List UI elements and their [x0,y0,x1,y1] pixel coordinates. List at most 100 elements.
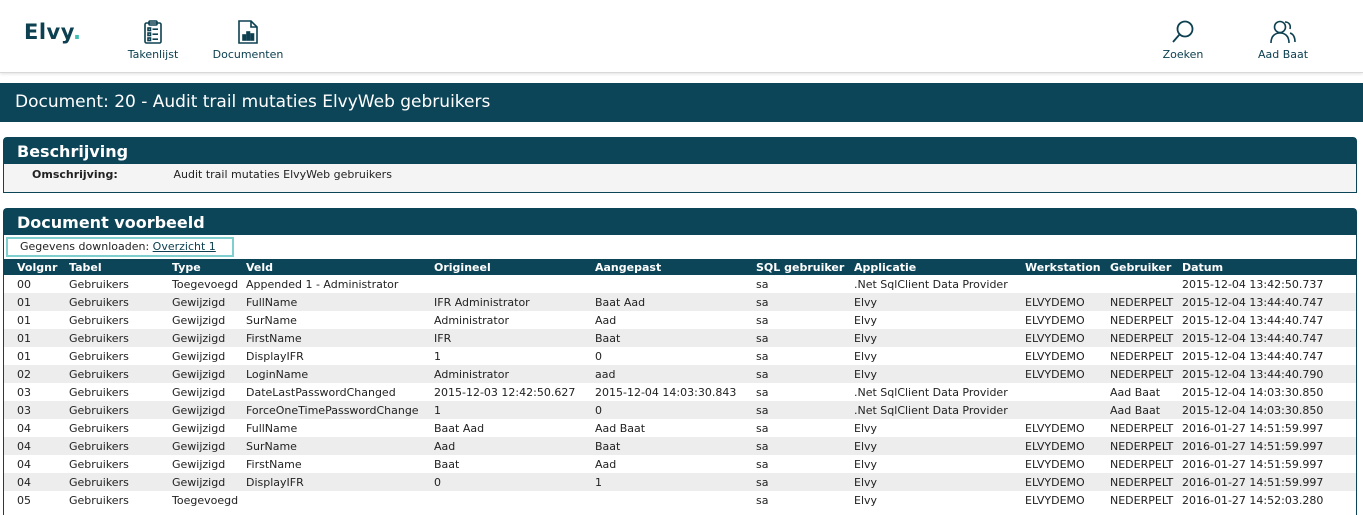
table-body: 00 Gebruikers Toegevoegd Appended 1 - Admin… [4,275,1356,509]
column-header: Veld [246,259,434,275]
table-cell: 1 [595,473,756,491]
table-cell: sa [756,277,769,291]
table-cell: DateLastPasswordChanged [246,385,396,399]
table-cell: Elvy [854,493,878,507]
download-link-overzicht[interactable]: Overzicht 1 [153,240,216,253]
table-cell: Gebruikers [69,329,172,347]
table-cell: ForceOneTimePasswordChange [246,401,434,419]
table-row: 04 Gebruikers Gewijzigd SurName Aad Baat sa Elv… [4,437,1356,455]
table-cell: Baat [595,329,756,347]
table-cell: Gebruikers [69,401,172,419]
table-cell: Appended 1 - Administrator [246,277,399,291]
table-cell: sa [756,329,854,347]
table-cell: Gebruikers [69,493,129,507]
table-cell [246,491,434,509]
table-cell: 2016-01-27 14:51:59.997 [1182,457,1324,471]
document-preview-panel: Document voorbeeld Gegevens downloaden: … [3,208,1357,515]
nav-documenten-label: Documenten [212,48,284,61]
table-cell: Gebruikers [69,313,129,327]
table-cell: .Net SqlClient Data Provider [854,277,1008,291]
elvy-logo[interactable]: Elvy. [24,20,81,44]
column-header: Gebruiker [1110,259,1182,275]
table-cell: FullName [246,421,298,435]
table-cell: Elvy [854,365,1025,383]
table-cell [595,275,756,293]
column-header: Aangepast [595,259,756,275]
table-row: 04 Gebruikers Gewijzigd DisplayIFR 0 1 sa Elvy E… [4,473,1356,491]
table-cell: ELVYDEMO [1025,365,1110,383]
download-box: Gegevens downloaden: Overzicht 1 [6,237,234,257]
table-cell: 2016-01-27 14:51:59.997 [1182,473,1356,491]
table-cell: 2015-12-04 13:44:40.747 [1182,313,1324,327]
table-row: 05 Gebruikers Toegevoegd sa Elvy ELVYDEMO NEDE… [4,491,1356,509]
table-cell: Gebruikers [69,385,129,399]
table-cell: Elvy [854,473,1025,491]
table-cell: 01 [4,329,69,347]
table-cell: LoginName [246,365,434,383]
table-cell: sa [756,437,854,455]
table-cell: sa [756,457,769,471]
description-heading: Beschrijving [4,138,1356,164]
nav-takenlijst[interactable]: Takenlijst [125,20,181,61]
table-cell [1110,275,1182,293]
table-cell: 2015-12-03 12:42:50.627 [434,385,576,399]
table-cell: FirstName [246,329,434,347]
table-cell: ELVYDEMO [1025,421,1085,435]
table-cell: sa [756,421,769,435]
table-cell: FirstName [246,457,302,471]
document-chart-icon [238,20,258,44]
table-cell [434,275,595,293]
table-cell: Administrator [434,365,595,383]
table-cell: Toegevoegd [172,493,239,507]
table-cell: Elvy [854,329,1025,347]
table-cell: sa [756,293,854,311]
table-cell: NEDERPELT [1110,421,1174,435]
table-cell: Elvy [854,349,878,363]
table-cell: Aad [595,457,617,471]
document-preview-heading: Document voorbeeld [4,209,1356,235]
table-cell: ELVYDEMO [1025,349,1085,363]
clipboard-list-icon [144,20,162,44]
column-header: Werkstation [1025,259,1110,275]
table-cell: 01 [4,293,69,311]
table-cell: NEDERPELT [1110,329,1182,347]
table-cell [1025,401,1110,419]
table-cell: ELVYDEMO [1025,293,1110,311]
table-cell: Gewijzigd [172,437,246,455]
table-cell: NEDERPELT [1110,293,1182,311]
page-title: Document: 20 - Audit trail mutaties Elvy… [0,83,1363,122]
table-cell: Gebruikers [69,293,172,311]
search-icon [1172,20,1194,43]
table-cell: 01 [17,313,31,327]
table-cell: sa [756,349,769,363]
table-cell: 02 [4,365,69,383]
table-cell: aad [595,365,756,383]
table-row: 01 Gebruikers Gewijzigd SurName Administrato… [4,311,1356,329]
table-cell: ELVYDEMO [1025,493,1085,507]
column-header: Volgnr [4,259,69,275]
table-cell: .Net SqlClient Data Provider [854,401,1025,419]
table-cell: DisplayIFR [246,473,434,491]
table-cell: Gewijzigd [172,293,246,311]
table-row: 01 Gebruikers Gewijzigd FirstName IFR Baat sa E… [4,329,1356,347]
nav-user-label: Aad Baat [1257,48,1309,61]
table-cell: Gewijzigd [172,401,246,419]
table-row: 04 Gebruikers Gewijzigd FullName Baat Aad Aad… [4,419,1356,437]
nav-documenten[interactable]: Documenten [211,20,285,61]
table-cell [434,491,595,509]
table-cell: Elvy [854,313,878,327]
table-cell: SurName [246,437,434,455]
description-value: Audit trail mutaties ElvyWeb gebruikers [173,168,392,181]
table-cell: Elvy [854,437,1025,455]
description-panel: Beschrijving Omschrijving: Audit trail m… [3,137,1357,193]
nav-user-menu[interactable]: Aad Baat [1254,20,1312,61]
table-cell: Gewijzigd [172,421,226,435]
table-cell: NEDERPELT [1110,457,1174,471]
nav-zoeken[interactable]: Zoeken [1160,20,1206,61]
table-cell: 0 [434,473,595,491]
table-cell: Elvy [854,457,878,471]
table-cell: ELVYDEMO [1025,457,1085,471]
table-cell: Aad Baat [1110,401,1182,419]
table-cell: 04 [17,421,31,435]
table-cell: 2015-12-04 13:44:40.790 [1182,365,1356,383]
